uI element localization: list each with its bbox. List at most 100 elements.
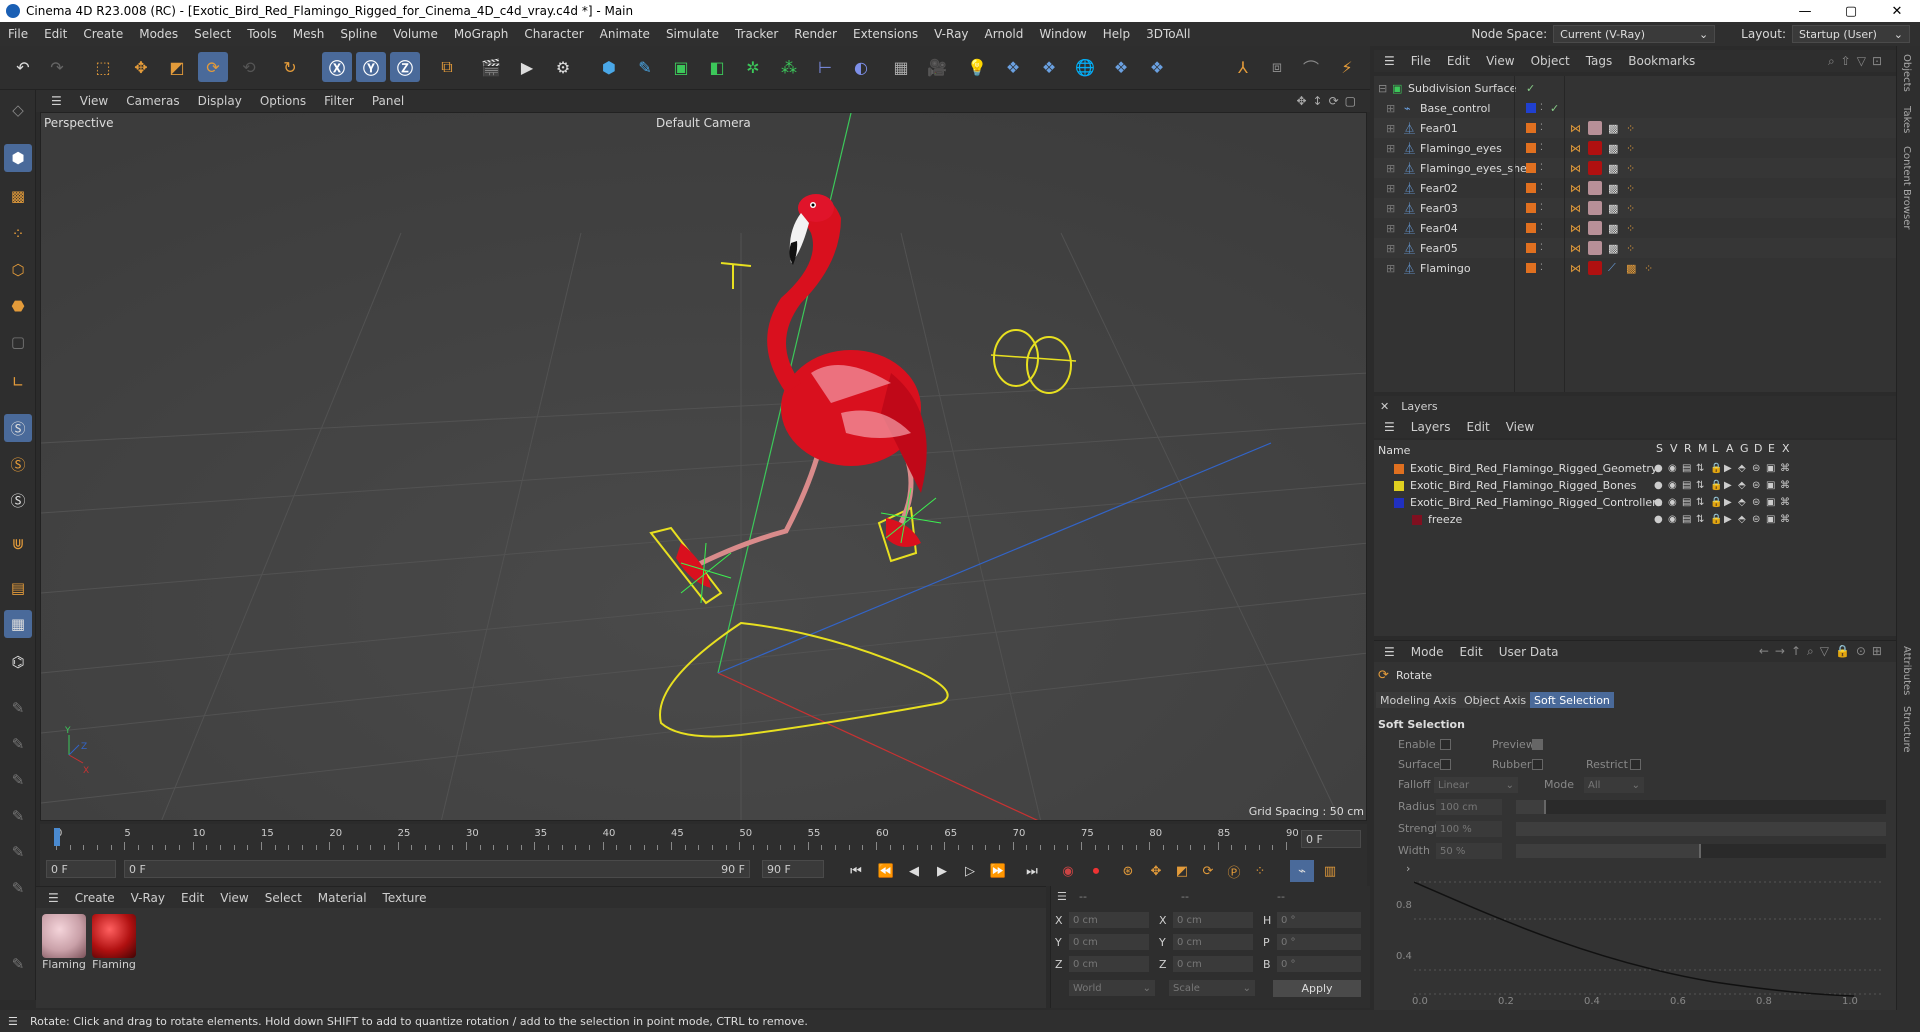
planar-workplane-icon[interactable]: ▦	[4, 610, 32, 638]
rotation-b-field[interactable]: 0 °	[1277, 956, 1361, 972]
layer-color-swatch[interactable]	[1526, 223, 1536, 233]
layer-toggle-icon[interactable]: ▣	[1766, 480, 1775, 491]
coord-mode-dropdown[interactable]: World ⌄	[1069, 980, 1155, 996]
layer-toggle-icon[interactable]: ◉	[1668, 463, 1677, 474]
visibility-dots-icon[interactable]: ⁚	[1540, 143, 1543, 153]
preview-range-slider[interactable]: 0 F 90 F	[124, 860, 750, 878]
menu-create[interactable]: Create	[75, 27, 131, 41]
layer-col-header[interactable]: R	[1684, 442, 1692, 455]
material-tag-icon[interactable]	[1588, 261, 1602, 275]
falloff-dropdown[interactable]: Linear ⌄	[1434, 777, 1518, 793]
points-mode-icon[interactable]: ⁘	[4, 220, 32, 248]
selection-tag-icon[interactable]: ⁘	[1626, 182, 1635, 195]
rotate-tool-icon[interactable]: ↻	[275, 52, 305, 82]
visibility-dots-icon[interactable]: ⁚	[1540, 163, 1543, 173]
material-menu-texture[interactable]: Texture	[375, 891, 435, 905]
visibility-check-icon[interactable]: ✓	[1550, 102, 1559, 115]
python-script-icon[interactable]: ❖	[998, 52, 1028, 82]
attr-menu-user-data[interactable]: User Data	[1491, 645, 1567, 659]
position-z-field[interactable]: 0 cm	[1069, 956, 1149, 972]
menu-mograph[interactable]: MoGraph	[446, 27, 517, 41]
selection-tag-icon[interactable]: ⁘	[1626, 162, 1635, 175]
camera-label[interactable]: Default Camera	[656, 116, 751, 130]
tree-branch-icon[interactable]: ⊞	[1386, 202, 1395, 215]
skin-tag-icon[interactable]: ⟋	[1608, 261, 1616, 275]
attr-nav-icons[interactable]: ←→↑⌕▽🔒⊙⊞	[1759, 644, 1888, 659]
render-view-icon[interactable]: 🎬	[476, 52, 506, 82]
object-row[interactable]: ⊞ ⏅ Flamingo ⁚ ⋈ ⟋ ▩ ⁘	[1374, 258, 1896, 278]
maximize-button[interactable]: ▢	[1828, 0, 1874, 22]
hair-tool-icon[interactable]: ✎	[4, 874, 32, 902]
key-scale-icon[interactable]: ◩	[1170, 860, 1194, 882]
layer-toggle-icon[interactable]: ⬘	[1738, 480, 1746, 491]
visibility-dots-icon[interactable]: ⁚	[1540, 243, 1543, 253]
y-axis-lock-icon[interactable]: Ⓨ	[356, 52, 386, 82]
uv-mode-icon[interactable]: ▢	[4, 328, 32, 356]
menu-file[interactable]: File	[0, 27, 36, 41]
attr-menu-edit[interactable]: Edit	[1451, 645, 1490, 659]
strength-slider[interactable]	[1516, 822, 1886, 836]
rotation-p-field[interactable]: 0 °	[1277, 934, 1361, 950]
hamburger-icon[interactable]: ☰	[1376, 420, 1403, 434]
layer-color-swatch[interactable]	[1526, 163, 1536, 173]
layer-col-header[interactable]: E	[1768, 442, 1775, 455]
solo-hierarchy-icon[interactable]: Ⓢ	[4, 450, 32, 478]
weight-tag-icon[interactable]: ⋈	[1570, 142, 1581, 155]
enable-checkbox[interactable]	[1440, 739, 1451, 750]
viewport-menu-panel[interactable]: Panel	[363, 94, 413, 108]
recent-tool-icon[interactable]: ⟲	[234, 52, 264, 82]
playhead[interactable]	[54, 828, 60, 846]
object-menu-view[interactable]: View	[1478, 54, 1522, 68]
render-settings-icon[interactable]: ⚙	[548, 52, 578, 82]
hamburger-icon[interactable]: ☰	[40, 891, 67, 905]
cube-icon[interactable]: ⬢	[594, 52, 624, 82]
weight-tag-icon[interactable]: ⋈	[1570, 162, 1581, 175]
brush-icon[interactable]: ⌒	[1296, 52, 1326, 82]
layer-color-swatch[interactable]	[1526, 243, 1536, 253]
visibility-dots-icon[interactable]: ⁚	[1540, 263, 1543, 273]
weight-tag-icon[interactable]: ⋈	[1570, 242, 1581, 255]
solo-off-icon[interactable]: Ⓢ	[4, 486, 32, 514]
material-tag-icon[interactable]	[1588, 121, 1602, 135]
timeline-icon[interactable]: ▥	[1318, 860, 1342, 882]
hamburger-icon[interactable]: ☰	[1376, 645, 1403, 659]
layer-toggle-icon[interactable]: 🔒	[1710, 497, 1722, 508]
layer-color-swatch[interactable]	[1526, 263, 1536, 273]
layer-row[interactable]: Exotic_Bird_Red_Flamingo_Rigged_Geometry…	[1374, 460, 1896, 477]
viewport-menu-display[interactable]: Display	[189, 94, 251, 108]
layer-color-swatch[interactable]	[1526, 123, 1536, 133]
layer-toggle-icon[interactable]: ▣	[1766, 497, 1775, 508]
layer-toggle-icon[interactable]: ⌘	[1780, 463, 1790, 474]
selection-tag-icon[interactable]: ⁘	[1626, 222, 1635, 235]
weight-tag-icon[interactable]: ⋈	[1570, 202, 1581, 215]
end-frame-field[interactable]: 90 F	[762, 860, 824, 878]
floor-icon[interactable]: ▦	[886, 52, 916, 82]
restrict-checkbox[interactable]	[1630, 759, 1641, 770]
selection-tag-icon[interactable]: ⁘	[1626, 242, 1635, 255]
layer-toggle-icon[interactable]: ⌘	[1780, 497, 1790, 508]
menu-tools[interactable]: Tools	[239, 27, 285, 41]
material-tag-icon[interactable]	[1588, 161, 1602, 175]
menu-volume[interactable]: Volume	[385, 27, 446, 41]
knife-tool-icon[interactable]: ✎	[4, 950, 32, 978]
visibility-dots-icon[interactable]: ⁚	[1540, 183, 1543, 193]
tree-branch-icon[interactable]: ⊞	[1386, 222, 1395, 235]
camera-icon[interactable]: 🎥	[922, 52, 952, 82]
hamburger-icon[interactable]: ☰	[1057, 890, 1067, 903]
uvw-tag-icon[interactable]: ▩	[1608, 242, 1618, 255]
layer-toggle-icon[interactable]: ▤	[1682, 497, 1691, 508]
position-x-field[interactable]: 0 cm	[1069, 912, 1149, 928]
x-axis-lock-icon[interactable]: Ⓧ	[322, 52, 352, 82]
locked-workplane-icon[interactable]: ⌬	[4, 648, 32, 676]
layer-toggle-icon[interactable]: ⇅	[1696, 514, 1704, 525]
snap-icon[interactable]: ⚡	[1332, 52, 1362, 82]
viewport-menu-cameras[interactable]: Cameras	[117, 94, 188, 108]
layer-color-swatch[interactable]	[1526, 103, 1536, 113]
menu-mesh[interactable]: Mesh	[285, 27, 333, 41]
selection-tag-icon[interactable]: ⁘	[1626, 202, 1635, 215]
layer-toggle-icon[interactable]: ●	[1654, 497, 1663, 508]
material-tag-icon[interactable]	[1588, 181, 1602, 195]
falloff-curve-graph[interactable]	[1413, 872, 1884, 1006]
surface-checkbox[interactable]	[1440, 759, 1451, 770]
axis-mode-icon[interactable]: ∟	[4, 368, 32, 396]
